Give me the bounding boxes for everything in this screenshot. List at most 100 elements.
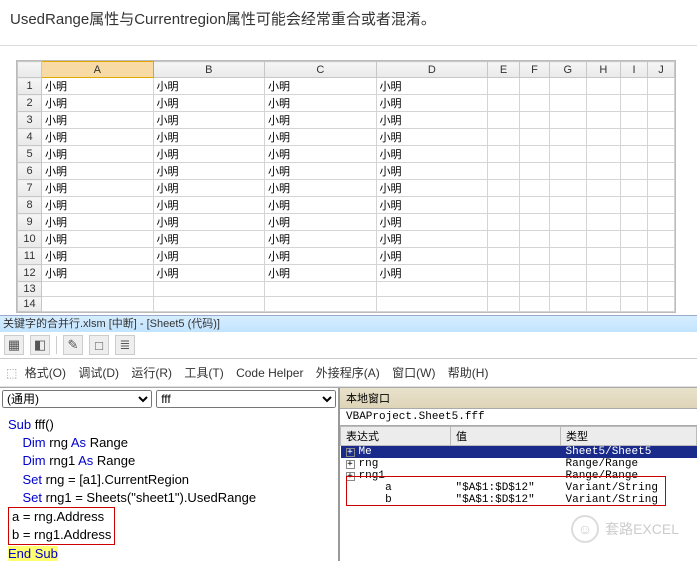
cell[interactable] bbox=[647, 129, 674, 146]
cell[interactable] bbox=[621, 129, 648, 146]
cell[interactable] bbox=[549, 129, 586, 146]
cell[interactable]: 小明 bbox=[42, 129, 154, 146]
locals-col-expr[interactable]: 表达式 bbox=[341, 427, 451, 446]
row-header[interactable]: 14 bbox=[18, 297, 42, 312]
cell[interactable]: 小明 bbox=[153, 163, 265, 180]
toolbar-icon[interactable]: □ bbox=[89, 335, 109, 355]
cell[interactable] bbox=[586, 112, 620, 129]
cell[interactable] bbox=[520, 129, 550, 146]
cell[interactable] bbox=[647, 282, 674, 297]
cell[interactable] bbox=[647, 95, 674, 112]
cell[interactable]: 小明 bbox=[265, 265, 377, 282]
cell[interactable] bbox=[621, 248, 648, 265]
row-header[interactable]: 10 bbox=[18, 231, 42, 248]
toolbar-icon[interactable]: ▦ bbox=[4, 335, 24, 355]
cell[interactable]: 小明 bbox=[376, 180, 488, 197]
cell[interactable] bbox=[586, 78, 620, 95]
cell[interactable] bbox=[153, 282, 265, 297]
cell[interactable]: 小明 bbox=[265, 163, 377, 180]
col-header[interactable]: E bbox=[488, 62, 520, 78]
cell[interactable] bbox=[549, 78, 586, 95]
cell[interactable]: 小明 bbox=[265, 112, 377, 129]
cell[interactable] bbox=[549, 112, 586, 129]
col-header[interactable]: B bbox=[153, 62, 265, 78]
cell[interactable] bbox=[376, 297, 488, 312]
cell[interactable]: 小明 bbox=[265, 197, 377, 214]
cell[interactable] bbox=[621, 297, 648, 312]
menu-item[interactable]: 外接程序(A) bbox=[316, 366, 380, 380]
cell[interactable] bbox=[621, 163, 648, 180]
cell[interactable]: 小明 bbox=[265, 95, 377, 112]
cell[interactable]: 小明 bbox=[265, 129, 377, 146]
row-header[interactable]: 5 bbox=[18, 146, 42, 163]
cell[interactable] bbox=[586, 297, 620, 312]
cell[interactable]: 小明 bbox=[42, 95, 154, 112]
cell[interactable]: 小明 bbox=[42, 248, 154, 265]
menu-item[interactable]: 调试(D) bbox=[78, 366, 119, 380]
cell[interactable] bbox=[42, 297, 154, 312]
cell[interactable] bbox=[488, 214, 520, 231]
cell[interactable]: 小明 bbox=[265, 214, 377, 231]
cell[interactable] bbox=[520, 282, 550, 297]
cell[interactable]: 小明 bbox=[153, 265, 265, 282]
row-header[interactable]: 6 bbox=[18, 163, 42, 180]
cell[interactable] bbox=[42, 282, 154, 297]
cell[interactable] bbox=[376, 282, 488, 297]
cell[interactable]: 小明 bbox=[376, 248, 488, 265]
cell[interactable] bbox=[621, 95, 648, 112]
cell[interactable] bbox=[647, 265, 674, 282]
locals-table[interactable]: 表达式 值 类型 +MeSheet5/Sheet5+rngRange/Range… bbox=[340, 426, 697, 506]
locals-row[interactable]: +MeSheet5/Sheet5 bbox=[341, 446, 697, 459]
cell[interactable] bbox=[520, 197, 550, 214]
cell[interactable] bbox=[488, 146, 520, 163]
cell[interactable]: 小明 bbox=[376, 112, 488, 129]
cell[interactable] bbox=[488, 95, 520, 112]
cell[interactable] bbox=[153, 297, 265, 312]
cell[interactable]: 小明 bbox=[376, 214, 488, 231]
cell[interactable] bbox=[549, 180, 586, 197]
cell[interactable] bbox=[520, 78, 550, 95]
cell[interactable] bbox=[647, 214, 674, 231]
cell[interactable] bbox=[549, 248, 586, 265]
cell[interactable] bbox=[586, 214, 620, 231]
cell[interactable]: 小明 bbox=[42, 180, 154, 197]
col-header[interactable]: D bbox=[376, 62, 488, 78]
cell[interactable] bbox=[621, 180, 648, 197]
code-editor[interactable]: Sub fff() Dim rng As Range Dim rng1 As R… bbox=[0, 410, 338, 561]
locals-row[interactable]: +rngRange/Range bbox=[341, 458, 697, 470]
menu-item[interactable]: 窗口(W) bbox=[392, 366, 435, 380]
cell[interactable] bbox=[549, 265, 586, 282]
cell[interactable] bbox=[586, 129, 620, 146]
cell[interactable]: 小明 bbox=[42, 146, 154, 163]
row-header[interactable]: 12 bbox=[18, 265, 42, 282]
toolbar-icon[interactable]: ◧ bbox=[30, 335, 50, 355]
cell[interactable] bbox=[488, 180, 520, 197]
cell[interactable]: 小明 bbox=[153, 248, 265, 265]
cell[interactable] bbox=[549, 95, 586, 112]
cell[interactable]: 小明 bbox=[265, 78, 377, 95]
locals-col-type[interactable]: 类型 bbox=[561, 427, 697, 446]
cell[interactable]: 小明 bbox=[153, 95, 265, 112]
cell[interactable]: 小明 bbox=[42, 231, 154, 248]
col-header[interactable]: J bbox=[647, 62, 674, 78]
cell[interactable]: 小明 bbox=[153, 231, 265, 248]
cell[interactable] bbox=[586, 146, 620, 163]
cell[interactable] bbox=[520, 214, 550, 231]
cell[interactable]: 小明 bbox=[153, 112, 265, 129]
proc-dropdown[interactable]: fff bbox=[156, 390, 336, 408]
toolbar-icon[interactable]: ≣ bbox=[115, 335, 135, 355]
menu-item[interactable]: 工具(T) bbox=[184, 366, 223, 380]
cell[interactable] bbox=[265, 282, 377, 297]
cell[interactable] bbox=[586, 95, 620, 112]
locals-col-value[interactable]: 值 bbox=[451, 427, 561, 446]
cell[interactable] bbox=[621, 214, 648, 231]
cell[interactable] bbox=[549, 297, 586, 312]
cell[interactable]: 小明 bbox=[376, 78, 488, 95]
cell[interactable] bbox=[549, 214, 586, 231]
cell[interactable]: 小明 bbox=[376, 231, 488, 248]
cell[interactable] bbox=[520, 95, 550, 112]
cell[interactable] bbox=[621, 265, 648, 282]
cell[interactable]: 小明 bbox=[153, 146, 265, 163]
select-all-corner[interactable] bbox=[18, 62, 42, 78]
cell[interactable]: 小明 bbox=[376, 163, 488, 180]
